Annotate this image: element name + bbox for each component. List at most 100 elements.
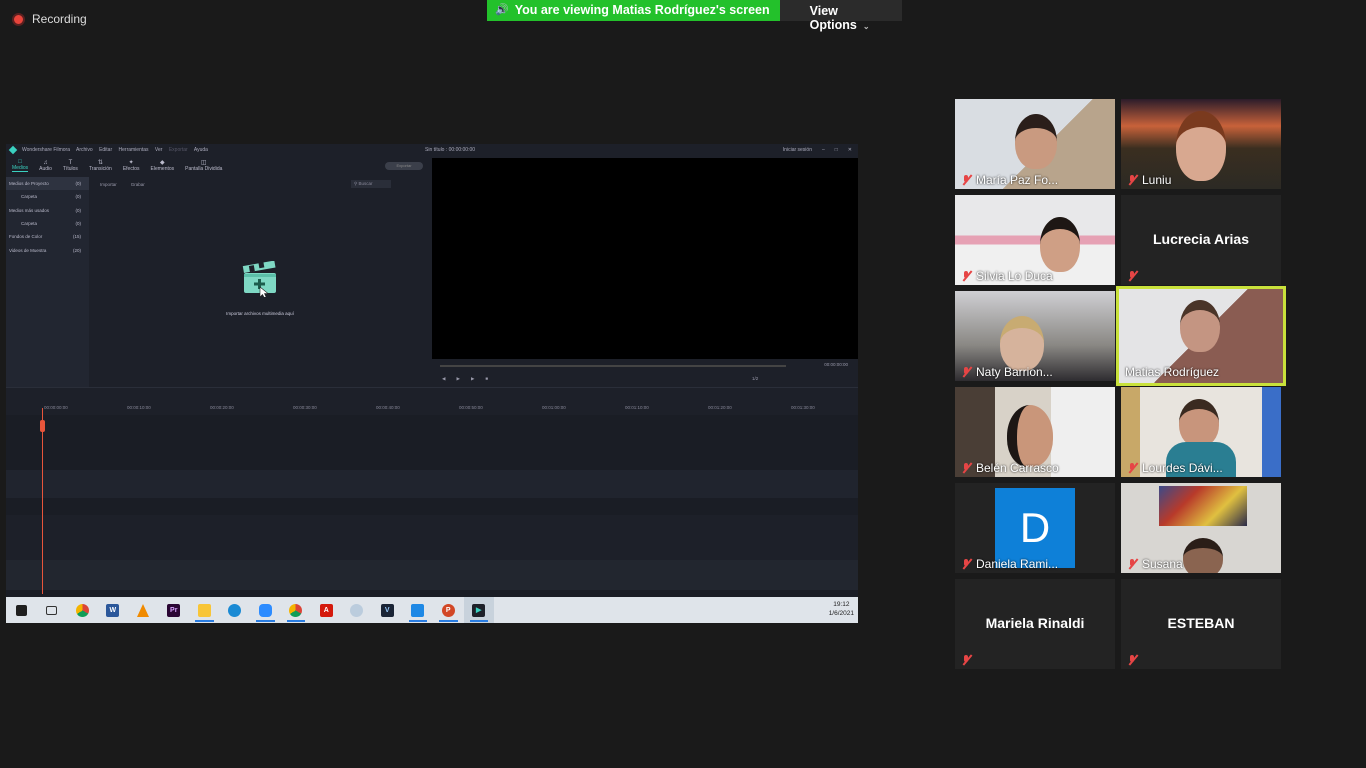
paint-icon[interactable]: [342, 597, 373, 623]
edge-icon[interactable]: [220, 597, 251, 623]
export-button[interactable]: Exportar: [385, 162, 423, 170]
movie-maker-icon[interactable]: [403, 597, 434, 623]
participant-tile[interactable]: Mariela Rinaldi: [955, 579, 1115, 669]
library-item[interactable]: Fondos de Color (15): [6, 230, 89, 243]
muted-mic-icon: [961, 366, 972, 378]
import-dropdown[interactable]: Importar: [100, 182, 117, 187]
library-item-label: Medios de Proyecto: [9, 181, 49, 187]
participant-tile[interactable]: Lourdes Dávi...: [1121, 387, 1281, 477]
menu-item[interactable]: Exportar: [169, 147, 188, 153]
timeline-toolbar: [6, 387, 858, 402]
vegas-icon[interactable]: V: [372, 597, 403, 623]
tab-medios[interactable]: □ Medios: [12, 159, 29, 172]
wall-painting: [1159, 486, 1247, 526]
login-link[interactable]: Iniciar sesión: [783, 147, 812, 153]
menu-item[interactable]: Archivo: [76, 147, 93, 153]
library-item-count: (20): [72, 247, 81, 253]
powerpoint-icon[interactable]: P: [433, 597, 464, 623]
recording-indicator[interactable]: Recording: [12, 12, 87, 26]
preview-ratio[interactable]: 1/2: [752, 376, 758, 381]
chrome-icon[interactable]: [67, 597, 98, 623]
participant-tile[interactable]: D Daniela Rami...: [955, 483, 1115, 573]
stop-icon[interactable]: ■: [485, 376, 488, 382]
menu-item[interactable]: Editar: [99, 147, 112, 153]
ruler-tick: 00:00:20:00: [210, 405, 234, 410]
media-search-input[interactable]: ⚲ Buscar: [351, 180, 391, 188]
participant-name: Luniu: [1142, 173, 1172, 187]
video-track[interactable]: [6, 515, 858, 560]
audio-track[interactable]: [6, 560, 858, 590]
elements-icon: ◆: [160, 160, 165, 166]
tab-elementos[interactable]: ◆ Elementos: [151, 159, 175, 172]
tab-transicion[interactable]: ⇅ Transición: [89, 159, 112, 172]
muted-mic-icon: [961, 174, 972, 186]
word-icon[interactable]: W: [98, 597, 129, 623]
acrobat-icon[interactable]: A: [311, 597, 342, 623]
library-item[interactable]: Medios de Proyecto (0): [6, 177, 89, 191]
participant-tile[interactable]: Susana: [1121, 483, 1281, 573]
participant-tile[interactable]: Naty Barrion...: [955, 291, 1115, 381]
tab-audio[interactable]: ♫ Audio: [39, 160, 52, 172]
record-dropdown[interactable]: Grabar: [131, 182, 145, 187]
filmora-icon[interactable]: ▶: [463, 597, 494, 623]
timeline-track[interactable]: [6, 470, 858, 498]
zoom-icon[interactable]: [250, 597, 281, 623]
preview-scrubber[interactable]: [440, 365, 786, 367]
menu-item[interactable]: Ver: [155, 147, 163, 153]
play-icon[interactable]: ▶: [471, 376, 474, 382]
maximize-icon[interactable]: □: [835, 147, 838, 153]
library-item-count: (0): [75, 194, 82, 200]
muted-mic-icon: [961, 654, 972, 666]
menu-item[interactable]: Herramientas: [119, 147, 149, 153]
start-icon[interactable]: [6, 597, 37, 623]
participant-name: Lucrecia Arias: [1153, 231, 1249, 247]
participant-video: [1040, 217, 1080, 272]
vlc-icon[interactable]: [128, 597, 159, 623]
participant-name-label: Susana: [1127, 557, 1183, 571]
rewind-icon[interactable]: ▶: [456, 376, 459, 382]
chevron-down-icon: ⌄: [862, 22, 870, 31]
speaker-icon: 🔊: [495, 4, 509, 16]
previous-frame-icon[interactable]: ◀: [442, 376, 445, 382]
participant-tile[interactable]: Luniu: [1121, 99, 1281, 189]
library-item[interactable]: Carpeta (0): [6, 217, 89, 230]
library-item-count: (15): [72, 234, 81, 240]
taskbar-clock[interactable]: 19:12 1/6/2021: [829, 600, 854, 618]
app-name: Wondershare Filmora: [22, 147, 70, 153]
menu-item[interactable]: Ayuda: [194, 147, 208, 153]
close-icon[interactable]: ✕: [848, 147, 852, 153]
effects-icon: ✦: [128, 160, 134, 166]
library-item[interactable]: Carpeta (0): [6, 190, 89, 203]
filmora-titlebar: Wondershare Filmora Archivo Editar Herra…: [6, 144, 858, 156]
chrome-icon[interactable]: [281, 597, 312, 623]
premiere-icon[interactable]: Pr: [159, 597, 190, 623]
timeline-tracks[interactable]: [6, 415, 858, 597]
participant-tile-active-speaker[interactable]: Matias Rodríguez: [1116, 286, 1286, 386]
split-screen-icon: ◫: [200, 160, 207, 166]
tab-efectos[interactable]: ✦ Efectos: [123, 159, 140, 172]
library-item-label: Carpeta: [21, 221, 38, 227]
clapperboard-icon[interactable]: [242, 261, 278, 297]
task-view-icon[interactable]: [37, 597, 68, 623]
library-item[interactable]: Videos de Muestra (20): [6, 243, 89, 256]
participant-tile[interactable]: María Paz Fo...: [955, 99, 1115, 189]
file-explorer-icon[interactable]: [189, 597, 220, 623]
video-preview[interactable]: [432, 158, 858, 359]
participant-name-label: Luniu: [1127, 173, 1171, 187]
timeline-ruler[interactable]: 00:00:00:00 00:00:10:00 00:00:20:00 00:0…: [6, 402, 858, 415]
shared-screen[interactable]: Wondershare Filmora Archivo Editar Herra…: [6, 144, 858, 623]
library-item-count: (0): [75, 181, 82, 187]
participant-tile[interactable]: Silvia Lo Duca: [955, 195, 1115, 285]
participant-name-label: Lourdes Dávi...: [1127, 461, 1223, 475]
playhead[interactable]: [42, 408, 43, 594]
tab-titulos[interactable]: T Títulos: [63, 160, 78, 172]
participant-name-label: Silvia Lo Duca: [961, 269, 1053, 283]
playhead-handle[interactable]: [40, 420, 45, 432]
library-item[interactable]: Medios más usados (0): [6, 204, 89, 217]
view-options-button[interactable]: View Options ⌄: [779, 0, 902, 32]
minimize-icon[interactable]: –: [822, 147, 825, 153]
tab-pantalla-dividida[interactable]: ◫ Pantalla Dividida: [185, 159, 222, 172]
participant-tile[interactable]: ESTEBAN: [1121, 579, 1281, 669]
participant-tile[interactable]: Lucrecia Arias: [1121, 195, 1281, 285]
participant-tile[interactable]: Belén Carrasco: [955, 387, 1115, 477]
